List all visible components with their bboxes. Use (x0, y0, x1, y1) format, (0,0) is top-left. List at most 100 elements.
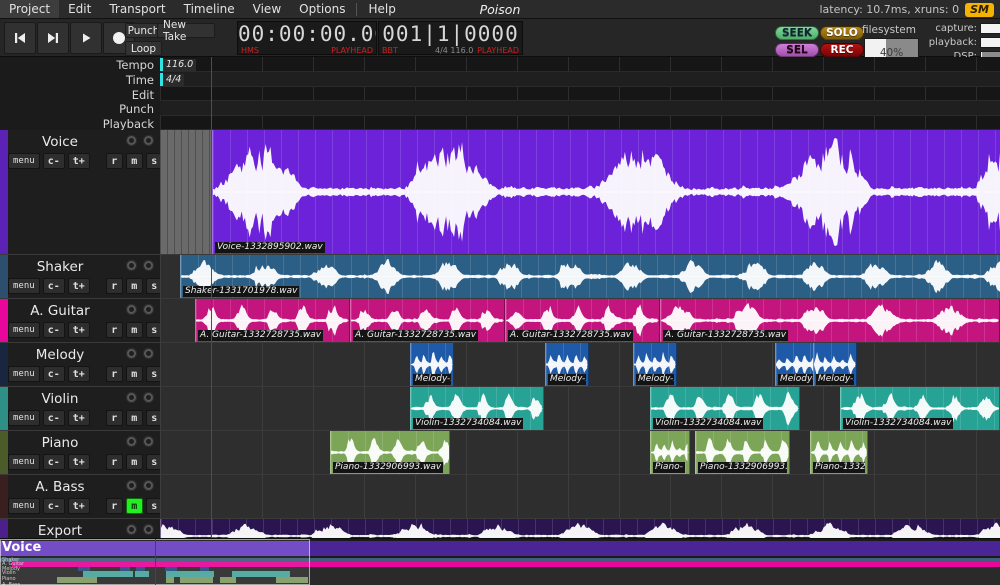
loop-button[interactable]: Loop (125, 41, 162, 56)
audio-clip[interactable]: A. Guitar-1332728735.wav (195, 299, 350, 342)
track-lane[interactable]: Shaker-1331701978.wav (160, 255, 1000, 299)
track-routing-gear-icon[interactable] (143, 436, 154, 447)
track-shrink-button[interactable]: c- (43, 322, 65, 338)
play-button[interactable] (70, 22, 102, 54)
menu-project[interactable]: Project (0, 0, 59, 18)
track-lane[interactable]: Piano-1332906993.wav Piano- Piano-133290… (160, 431, 1000, 475)
audio-clip[interactable]: Piano-1332906993.wav (695, 431, 790, 474)
track-routing-gear-icon[interactable] (143, 392, 154, 403)
track-routing-gear-icon[interactable] (143, 260, 154, 271)
track-mute-button[interactable]: m (126, 454, 143, 470)
track-mute-button[interactable]: m (126, 498, 143, 514)
track-mute-button[interactable]: m (126, 410, 143, 426)
sel-toggle[interactable]: SEL (775, 43, 819, 57)
menu-timeline[interactable]: Timeline (175, 0, 244, 18)
track-header-a-guitar[interactable]: A. Guitarmenuc-t+rms (0, 299, 160, 343)
track-menu-button[interactable]: menu (8, 278, 40, 294)
track-lane[interactable]: Voice-1332895902.wav (160, 130, 1000, 255)
go-to-start-button[interactable] (4, 22, 36, 54)
track-settings-gear-icon[interactable] (126, 392, 137, 403)
track-settings-gear-icon[interactable] (126, 304, 137, 315)
audio-clip[interactable]: Shaker-1331701978.wav (180, 255, 1000, 298)
audio-clip[interactable]: Violin-1332734084.wav (840, 387, 1000, 430)
solo-toggle[interactable]: SOLO (820, 26, 864, 40)
track-grow-button[interactable]: t+ (68, 322, 90, 338)
go-to-end-button[interactable] (37, 22, 69, 54)
track-record-arm-button[interactable]: r (106, 366, 123, 382)
track-routing-gear-icon[interactable] (143, 480, 154, 491)
track-routing-gear-icon[interactable] (143, 524, 154, 535)
track-menu-button[interactable]: menu (8, 153, 40, 169)
track-mute-button[interactable]: m (126, 322, 143, 338)
ruler-lane-tempo[interactable]: 116.0 (160, 57, 1000, 72)
audio-clip[interactable]: Voice-1332895902.wav (212, 130, 1000, 254)
track-header-violin[interactable]: Violinmenuc-t+rms (0, 387, 160, 431)
playback-meter[interactable]: 100% (980, 37, 1000, 48)
track-settings-gear-icon[interactable] (126, 480, 137, 491)
track-menu-button[interactable]: menu (8, 454, 40, 470)
track-shrink-button[interactable]: c- (43, 498, 65, 514)
track-header-piano[interactable]: Pianomenuc-t+rms (0, 431, 160, 475)
ruler-lane-playback[interactable] (160, 116, 1000, 130)
audio-clip[interactable]: Melody-13 (813, 343, 857, 386)
track-lane[interactable] (160, 475, 1000, 519)
track-record-arm-button[interactable]: r (106, 410, 123, 426)
menu-help[interactable]: Help (359, 0, 404, 18)
ruler-marker-time[interactable]: 4/4 (160, 73, 184, 86)
track-menu-button[interactable]: menu (8, 322, 40, 338)
ruler-marker-tempo[interactable]: 116.0 (160, 58, 196, 71)
track-header-voice[interactable]: Voicemenuc-t+rms (0, 130, 160, 255)
track-record-arm-button[interactable]: r (106, 498, 123, 514)
track-record-arm-button[interactable]: r (106, 153, 123, 169)
bbt-clock[interactable]: 001|1|0000 BBT 4/4 116.0 PLAYHEAD (378, 21, 523, 55)
track-routing-gear-icon[interactable] (143, 348, 154, 359)
ruler-lane-edit[interactable] (160, 87, 1000, 101)
track-settings-gear-icon[interactable] (126, 524, 137, 535)
ruler-lane-time[interactable]: 4/4 (160, 72, 1000, 87)
track-shrink-button[interactable]: c- (43, 410, 65, 426)
ruler-lane-punch[interactable] (160, 101, 1000, 116)
hms-clock[interactable]: 00:00:00.000 HMS PLAYHEAD (237, 21, 377, 55)
track-shrink-button[interactable]: c- (43, 366, 65, 382)
track-menu-button[interactable]: menu (8, 498, 40, 514)
track-shrink-button[interactable]: c- (43, 278, 65, 294)
audio-clip[interactable]: Piano-1332906993.wav (330, 431, 450, 474)
track-mute-button[interactable]: m (126, 366, 143, 382)
track-grow-button[interactable]: t+ (68, 153, 90, 169)
track-grow-button[interactable]: t+ (68, 366, 90, 382)
track-settings-gear-icon[interactable] (126, 348, 137, 359)
audio-clip[interactable]: A. Guitar-1332728735.wav (660, 299, 1000, 342)
track-routing-gear-icon[interactable] (143, 304, 154, 315)
track-grow-button[interactable]: t+ (68, 498, 90, 514)
capture-meter[interactable]: 100% (980, 23, 1000, 34)
audio-clip[interactable]: A. Guitar-1332728735.wav (505, 299, 660, 342)
session-manager-badge[interactable]: SM (965, 3, 994, 17)
track-lane[interactable]: A. Guitar-1332728735.wav A. Guitar-13327… (160, 299, 1000, 343)
new-take-button[interactable]: New Take (157, 23, 215, 38)
track-settings-gear-icon[interactable] (126, 260, 137, 271)
track-shrink-button[interactable]: c- (43, 454, 65, 470)
track-shrink-button[interactable]: c- (43, 153, 65, 169)
track-grow-button[interactable]: t+ (68, 454, 90, 470)
timeline-overview[interactable]: VoiceShakerA. GuitarMelodyViolinPianoA. … (0, 538, 1000, 585)
track-record-arm-button[interactable]: r (106, 278, 123, 294)
track-menu-button[interactable]: menu (8, 410, 40, 426)
track-header-a-bass[interactable]: A. Bassmenuc-t+rms (0, 475, 160, 519)
audio-clip[interactable]: Piano- (650, 431, 690, 474)
seek-toggle[interactable]: SEEK (775, 26, 819, 40)
track-grow-button[interactable]: t+ (68, 278, 90, 294)
audio-clip[interactable]: Melody-13 (545, 343, 589, 386)
track-lane[interactable]: Melody-13 Melody-13 Melody-13 Melody-13 … (160, 343, 1000, 387)
track-record-arm-button[interactable]: r (106, 322, 123, 338)
track-record-arm-button[interactable]: r (106, 454, 123, 470)
track-mute-button[interactable]: m (126, 278, 143, 294)
menu-view[interactable]: View (244, 0, 290, 18)
audio-clip[interactable]: Piano-13329C (810, 431, 868, 474)
audio-clip[interactable]: Violin-1332734084.wav (650, 387, 800, 430)
track-grow-button[interactable]: t+ (68, 410, 90, 426)
track-mute-button[interactable]: m (126, 153, 143, 169)
menu-transport[interactable]: Transport (100, 0, 174, 18)
audio-clip[interactable]: A. Guitar-1332728735.wav (350, 299, 505, 342)
track-lane[interactable]: Violin-1332734084.wav Violin-1332734084.… (160, 387, 1000, 431)
audio-clip[interactable]: Melody-13 (410, 343, 454, 386)
